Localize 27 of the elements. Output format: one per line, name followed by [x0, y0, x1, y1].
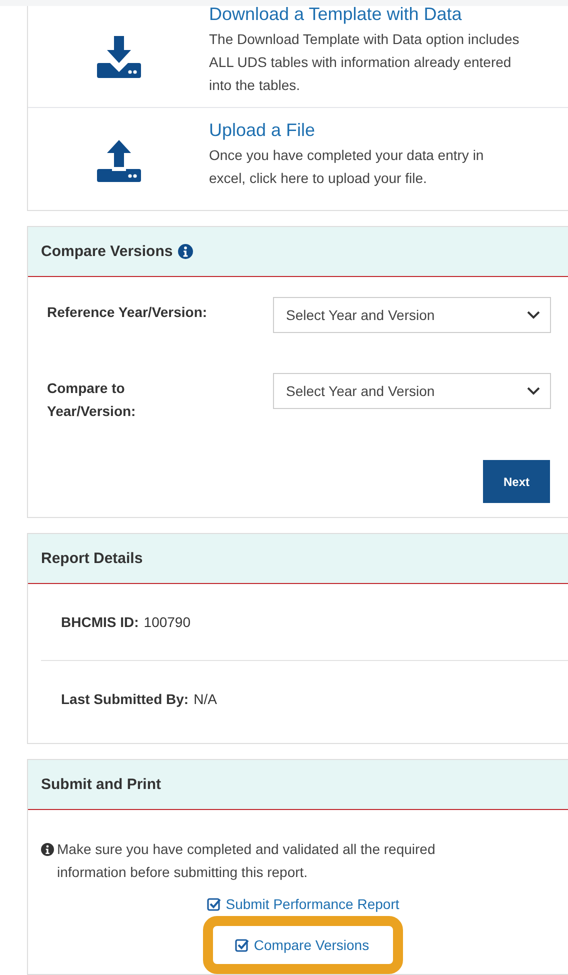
panel-title: Report Details — [41, 550, 143, 567]
panel-title: Compare Versions — [41, 243, 173, 260]
action-link[interactable]: Submit Performance Report — [226, 896, 400, 912]
year-version-dropdown[interactable]: Select Year and Version — [273, 297, 551, 333]
option-link[interactable]: Download a Template with Data — [209, 6, 524, 26]
chevron-down-icon — [527, 387, 540, 395]
detail-label: BHCMIS ID: — [61, 614, 139, 630]
next-button[interactable]: Next — [483, 460, 550, 503]
detail-label: Last Submitted By: — [61, 691, 189, 707]
chevron-down-icon — [527, 311, 540, 319]
panel-title: Submit and Print — [41, 776, 161, 793]
notice-text: Make sure you have completed and validated all the required information before submitting this report. — [57, 840, 436, 882]
option-link[interactable]: Upload a File — [209, 118, 524, 142]
detail-value: 100790 — [144, 614, 190, 630]
field-label: Reference Year/Version: — [47, 303, 208, 322]
info-icon — [41, 843, 54, 856]
field-label: Compare to Year/Version: — [47, 379, 137, 421]
action-link[interactable]: Compare Versions — [254, 937, 370, 953]
download-icon — [96, 36, 140, 78]
checkbox-icon — [206, 897, 221, 911]
detail-value: N/A — [194, 691, 217, 707]
option-description: Once you have completed your data entry in excel, click here to upload your file. — [209, 146, 485, 188]
checkbox-icon — [234, 938, 249, 952]
year-version-dropdown[interactable]: Select Year and Version — [273, 373, 551, 409]
info-icon[interactable] — [178, 244, 193, 259]
upload-icon — [96, 140, 140, 182]
option-description: The Download Template with Data option includes ALL UDS tables with information already entered into the tables. — [209, 30, 520, 95]
